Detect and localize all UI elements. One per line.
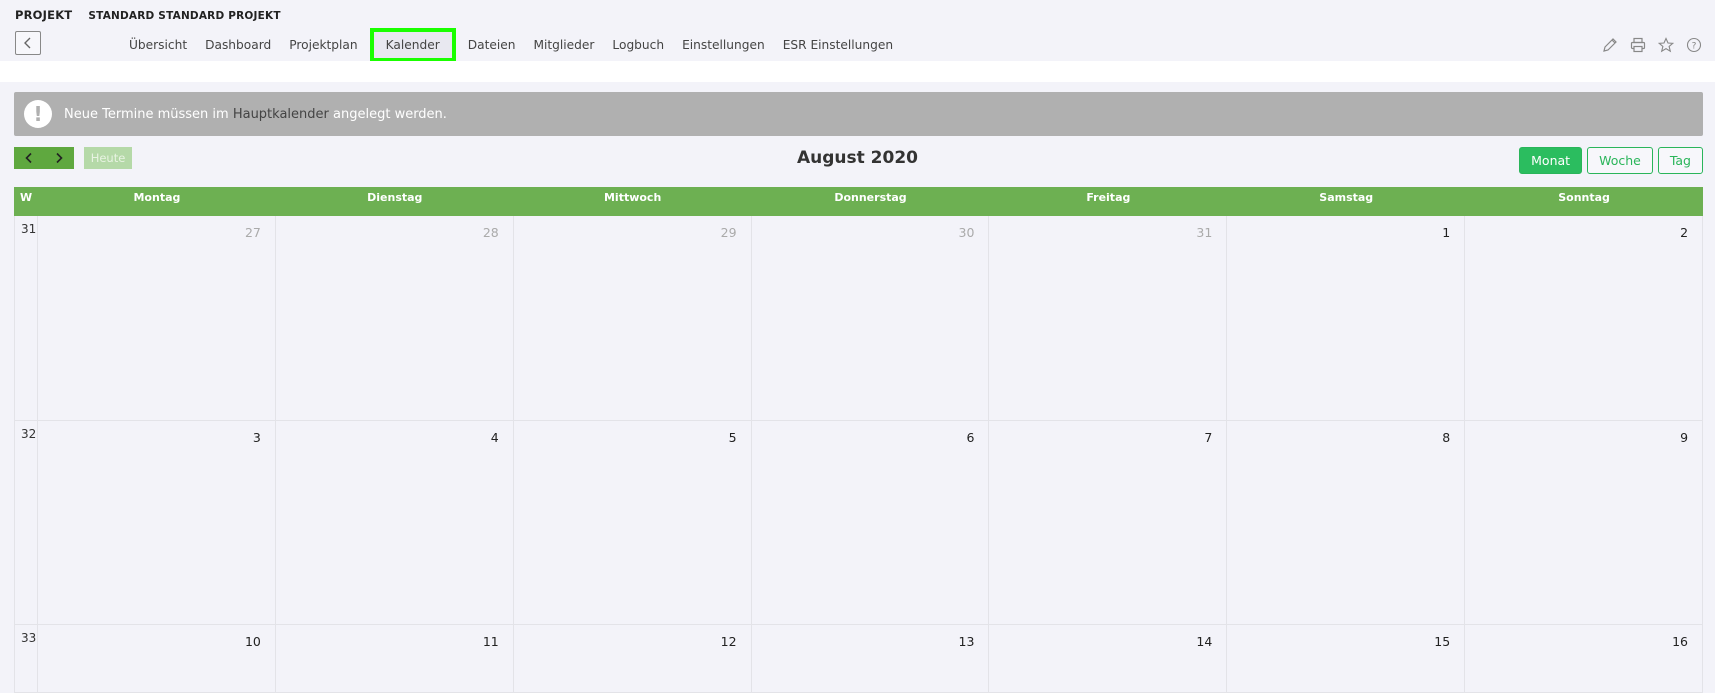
calendar-header: W Montag Dienstag Mittwoch Donnerstag Fr… [14,187,1703,216]
calendar-title: August 2020 [796,148,918,168]
day-cell[interactable]: 16 [1465,625,1704,692]
day-cell[interactable]: 12 [514,625,752,692]
calendar-week-row: 32 3 4 5 6 7 8 9 [14,421,1704,625]
alert-text-after: angelegt werden. [333,106,447,122]
day-cell[interactable]: 31 [989,216,1228,420]
day-cell[interactable]: 10 [38,625,276,692]
day-cell[interactable]: 27 [38,216,276,420]
weekday-header: Freitag [1086,191,1131,204]
exclamation-icon: ! [24,100,52,128]
view-day-button[interactable]: Tag [1657,147,1703,174]
star-icon[interactable] [1657,36,1675,54]
day-cell[interactable]: 5 [514,421,752,624]
tab-einstellungen[interactable]: Einstellungen [673,28,774,62]
calendar-week-row: 33 10 11 12 13 14 15 16 [14,625,1704,693]
breadcrumb-section: PROJEKT [15,8,73,22]
back-button[interactable] [15,31,41,55]
breadcrumb-project: STANDARD STANDARD PROJEKT [88,10,281,22]
view-month-button[interactable]: Monat [1519,147,1583,174]
tab-mitglieder[interactable]: Mitglieder [524,28,603,62]
day-cell[interactable]: 9 [1465,421,1704,624]
week-number: 32 [14,421,38,624]
weekday-header: Montag [133,191,181,204]
week-number: 31 [14,216,38,420]
tab-esr-einstellungen[interactable]: ESR Einstellungen [774,28,902,62]
tab-dateien[interactable]: Dateien [459,28,525,62]
weekday-header: Dienstag [367,191,423,204]
week-column-header: W [20,191,33,204]
project-nav: Übersicht Dashboard Projektplan Kalender… [120,28,902,62]
day-cell[interactable]: 11 [276,625,514,692]
day-cell[interactable]: 1 [1227,216,1466,420]
day-cell[interactable]: 15 [1227,625,1466,692]
day-cell[interactable]: 4 [276,421,514,624]
help-icon[interactable]: ? [1685,36,1703,54]
view-switcher: Monat Woche Tag [1519,147,1703,174]
svg-text:?: ? [1692,42,1697,52]
day-cell[interactable]: 2 [1465,216,1704,420]
tab-projektplan[interactable]: Projektplan [280,28,366,62]
tab-logbuch[interactable]: Logbuch [603,28,673,62]
weekday-header: Mittwoch [603,191,662,204]
toolbar: ? [1601,36,1703,54]
divider-strip [0,61,1715,82]
tab-dashboard[interactable]: Dashboard [196,28,280,62]
day-cell[interactable]: 30 [752,216,990,420]
day-cell[interactable]: 28 [276,216,514,420]
tab-kalender[interactable]: Kalender [369,28,456,62]
day-cell[interactable]: 13 [752,625,990,692]
weekday-header: Samstag [1319,191,1374,204]
day-cell[interactable]: 6 [752,421,990,624]
weekday-header: Sonntag [1558,191,1610,204]
info-alert: ! Neue Termine müssen im Hauptkalender a… [14,92,1703,136]
breadcrumb: PROJEKT STANDARD STANDARD PROJEKT [15,8,281,22]
day-cell[interactable]: 7 [989,421,1228,624]
week-number: 33 [14,625,38,692]
chevron-left-icon [24,37,31,49]
day-cell[interactable]: 14 [989,625,1228,692]
hauptkalender-link[interactable]: Hauptkalender [233,107,329,122]
top-bar: PROJEKT STANDARD STANDARD PROJEKT Übersi… [0,0,1715,62]
month-calendar: W Montag Dienstag Mittwoch Donnerstag Fr… [14,187,1704,693]
day-cell[interactable]: 8 [1227,421,1466,624]
calendar-week-row: 31 27 28 29 30 31 1 2 [14,216,1704,421]
printer-icon[interactable] [1629,36,1647,54]
alert-text-before: Neue Termine müssen im [64,106,229,122]
view-week-button[interactable]: Woche [1587,147,1653,174]
day-cell[interactable]: 29 [514,216,752,420]
pencil-icon[interactable] [1601,36,1619,54]
tab-uebersicht[interactable]: Übersicht [120,28,196,62]
weekday-header: Donnerstag [834,191,907,204]
day-cell[interactable]: 3 [38,421,276,624]
